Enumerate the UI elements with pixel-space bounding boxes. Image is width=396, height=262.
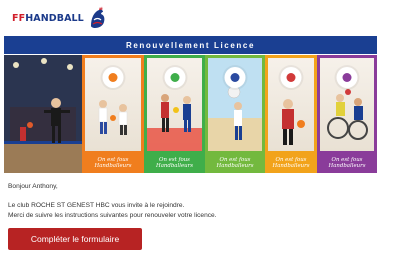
logo-wordmark: FFHANDBALL: [12, 13, 84, 24]
photo-panel-green: On est fous Handballeurs: [144, 55, 205, 173]
photo-panel-purple: On est fous Handballeurs: [317, 55, 377, 173]
banner-title: Renouvellement Licence: [125, 40, 255, 50]
ffhb-badge-icon: [164, 67, 185, 88]
greeting-text: Bonjour Anthony,: [8, 183, 58, 190]
panel-tagline: On est fous Handballeurs: [156, 157, 193, 169]
photo-panel-goalkeeper: [4, 55, 82, 173]
logo-handball-text: HANDBALL: [25, 12, 84, 24]
photo-panel-lightgreen: On est fous Handballeurs: [205, 55, 265, 173]
logo-ff-text: FF: [12, 12, 26, 24]
goalkeeper-photo: [4, 55, 82, 173]
complete-form-button[interactable]: Compléter le formulaire: [8, 228, 142, 250]
ffhb-badge-icon: [102, 67, 124, 88]
photo-panel-orange: On est fous Handballeurs: [82, 55, 144, 173]
ffhb-badge-icon: [280, 67, 302, 88]
panel-tagline: On est fous Handballeurs: [272, 157, 310, 169]
panel-tagline: On est fous Handballeurs: [216, 157, 254, 169]
instructions-text: Merci de suivre les instructions suivant…: [8, 212, 217, 219]
photo-panel-yellow: On est fous Handballeurs: [265, 55, 317, 173]
ffhb-badge-icon: [336, 67, 358, 88]
panel-tagline: On est fous Handballeurs: [94, 157, 132, 169]
ffhb-badge-icon: [224, 67, 246, 88]
invite-text: Le club ROCHE ST GENEST HBC vous invite …: [8, 202, 185, 209]
hero-photo-strip: On est fous Handballeurs On est fous Han…: [4, 55, 377, 173]
panel-tagline: On est fous Handballeurs: [328, 157, 366, 169]
ffhandball-logo: FFHANDBALL: [12, 5, 107, 31]
rooster-icon: [90, 6, 105, 28]
renewal-banner: Renouvellement Licence: [4, 36, 377, 54]
